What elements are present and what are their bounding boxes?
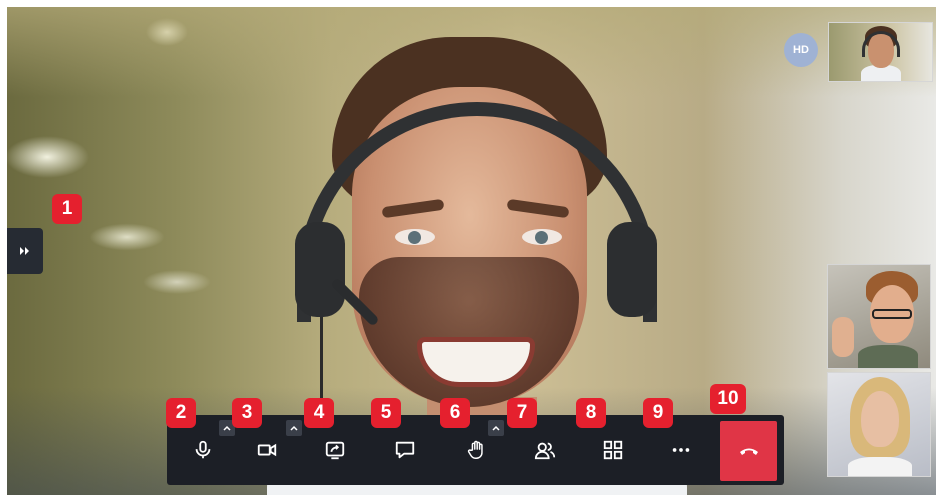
hd-quality-badge[interactable]: HD <box>784 33 818 67</box>
participants-icon <box>534 442 556 460</box>
annotation-marker-5: 5 <box>371 398 401 428</box>
camera-icon <box>257 443 277 457</box>
participant-video-1[interactable] <box>827 264 931 369</box>
end-call-button[interactable] <box>720 421 777 481</box>
video-call-window: HD 1 2 3 4 5 6 7 8 9 10 <box>0 0 938 497</box>
camera-options-caret[interactable] <box>286 420 302 436</box>
share-screen-icon <box>325 441 345 460</box>
participant-video-2[interactable] <box>827 372 931 477</box>
annotation-marker-2: 2 <box>166 398 196 428</box>
participant-2-face <box>861 391 899 447</box>
headset-right-cup <box>607 222 657 317</box>
double-chevron-right-icon <box>20 247 29 255</box>
chevron-up-icon <box>290 425 298 431</box>
side-panel-toggle-button[interactable] <box>7 228 43 274</box>
end-call-icon <box>739 448 758 455</box>
chevron-up-icon <box>223 425 231 431</box>
annotation-marker-1: 1 <box>52 194 82 224</box>
raise-hand-options-caret[interactable] <box>488 420 504 436</box>
chat-icon <box>395 441 415 459</box>
participant-1-body <box>858 345 918 368</box>
chevron-up-icon <box>492 425 500 431</box>
annotation-marker-6: 6 <box>440 398 470 428</box>
layout-grid-icon <box>603 440 623 460</box>
annotation-marker-8: 8 <box>576 398 606 428</box>
headset-left-cup <box>295 222 345 317</box>
participant-1-glasses <box>872 309 912 319</box>
annotation-marker-10: 10 <box>710 384 746 414</box>
annotation-marker-7: 7 <box>507 398 537 428</box>
microphone-icon <box>195 440 211 459</box>
participant-2-body <box>848 457 912 476</box>
raise-hand-icon <box>467 440 483 459</box>
annotation-marker-3: 3 <box>232 398 262 428</box>
annotation-marker-9: 9 <box>643 398 673 428</box>
self-view-video[interactable] <box>828 22 933 82</box>
participant-1-waving-hand <box>832 317 854 357</box>
annotation-marker-4: 4 <box>304 398 334 428</box>
more-icon <box>672 448 690 452</box>
